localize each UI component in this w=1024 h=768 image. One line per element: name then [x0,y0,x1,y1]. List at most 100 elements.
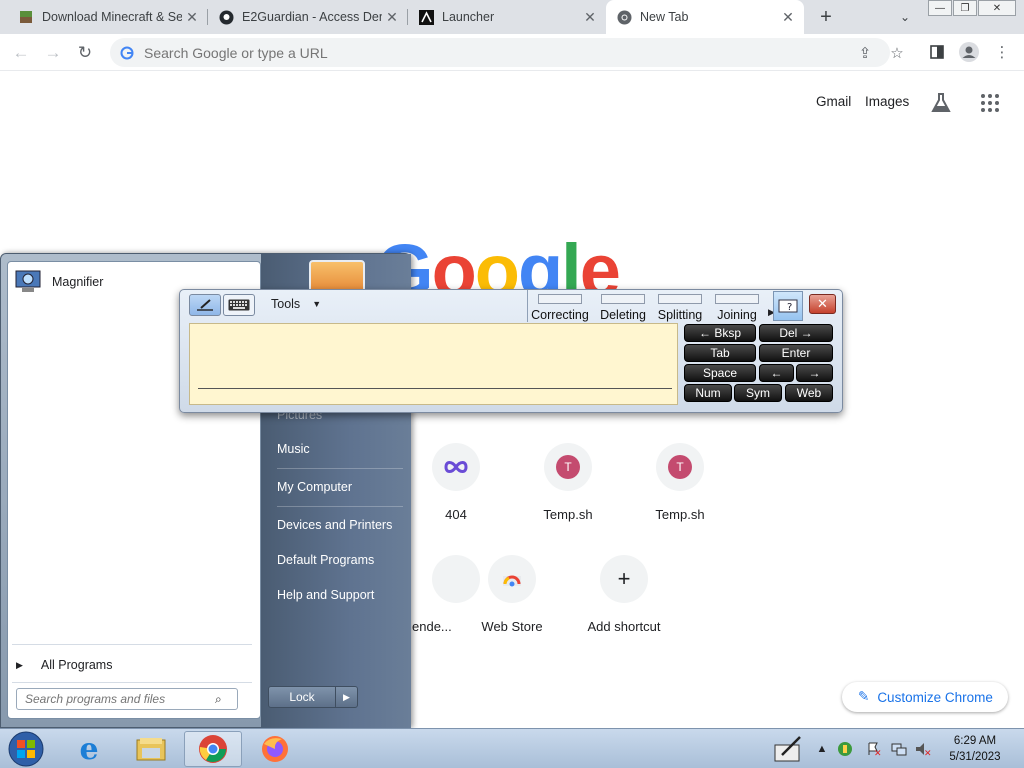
tablet-input-panel: Tools ▼ Correcting Deleting Splitting Jo… [179,289,843,413]
search-icon[interactable]: ⌕ [215,692,222,707]
side-panel-icon[interactable] [927,42,947,62]
back-button[interactable]: ← [8,40,34,66]
new-tab-button[interactable]: + [812,5,840,29]
tools-menu[interactable]: Tools ▼ [271,297,321,311]
taskbar-firefox[interactable] [246,731,304,767]
shortcut-tile[interactable]: 404 [400,443,512,522]
keyboard-icon[interactable] [223,294,255,316]
close-icon[interactable]: ✕ [382,7,402,27]
joining-button[interactable]: Joining [708,291,766,322]
taskbar-clock[interactable]: 6:29 AM 5/31/2023 [940,733,1010,765]
key-right-arrow[interactable]: → [796,364,833,382]
tab-title: E2Guardian - Access Den [242,10,382,24]
start-search-box[interactable]: ⌕ [16,688,238,710]
gmail-link[interactable]: Gmail [816,94,851,109]
key-tab[interactable]: Tab [684,344,756,362]
tab-title: Download Minecraft & Se [42,10,182,24]
github-icon [218,9,234,25]
help-icon[interactable]: ? [773,291,803,321]
images-link[interactable]: Images [865,94,909,109]
tablet-input-tray-icon[interactable] [772,733,804,765]
start-item-devices-printers[interactable]: Devices and Printers [277,518,392,532]
key-num[interactable]: Num [684,384,732,402]
tab-search-icon[interactable]: ⌄ [895,7,915,27]
volume-muted-icon[interactable]: ✕ [915,741,931,757]
start-item-music[interactable]: Music [277,442,310,456]
divider [12,682,252,683]
writing-pad[interactable] [189,323,678,405]
svg-text:?: ? [787,302,792,313]
apps-grid-icon[interactable] [980,93,1000,113]
browser-toolbar: ← → ↻ ⇪ ☆ ⋮ [0,34,1024,71]
taskbar-explorer[interactable] [122,731,180,767]
correcting-label: Correcting [531,308,589,322]
key-space[interactable]: Space [684,364,756,382]
tab-launcher[interactable]: Launcher ✕ [408,0,606,34]
key-enter[interactable]: Enter [759,344,833,362]
start-item-help-support[interactable]: Help and Support [277,588,374,602]
key-delete[interactable]: Del → [759,324,833,342]
key-backspace[interactable]: ← Bksp [684,324,756,342]
arrow-right-icon[interactable]: ▶ [335,687,357,707]
bookmark-star-icon[interactable]: ☆ [889,45,905,62]
menu-kebab-icon[interactable]: ⋮ [992,42,1012,62]
shortcut-tile[interactable]: T Temp.sh [624,443,736,522]
splitting-button[interactable]: Splitting [651,291,709,322]
minimize-button[interactable]: — [928,0,952,16]
magnifier-icon [14,267,42,298]
taskbar-chrome[interactable] [184,731,242,767]
close-icon[interactable]: ✕ [580,7,600,27]
lock-label: Lock [289,690,315,704]
chrome-icon [199,735,227,763]
share-icon[interactable]: ⇪ [857,45,873,62]
divider [277,468,403,469]
shortcut-tile[interactable]: T Temp.sh [512,443,624,522]
show-hidden-icons-icon[interactable]: ▲ [814,741,830,757]
add-shortcut-tile[interactable]: + Add shortcut [568,555,680,634]
chrome-icon [616,9,632,25]
deleting-label: Deleting [600,308,646,322]
tab-minecraft[interactable]: Download Minecraft & Se ✕ [8,0,208,34]
correcting-icon [538,294,582,304]
minecraft-icon [18,9,34,25]
firefox-icon [262,736,288,762]
action-center-icon[interactable]: ✕ [866,741,882,757]
profile-avatar-icon[interactable] [959,42,979,62]
restore-button[interactable]: ❐ [953,0,977,16]
tab-new-tab[interactable]: New Tab ✕ [606,0,804,34]
taskbar-internet-explorer[interactable]: e [60,731,118,767]
customize-label: Customize Chrome [877,689,993,705]
shortcut-tile[interactable]: Web Store [456,555,568,634]
close-icon[interactable]: ✕ [778,7,798,27]
key-sym[interactable]: Sym [734,384,782,402]
shortcut-label: Temp.sh [543,507,593,522]
key-web[interactable]: Web [785,384,833,402]
close-icon[interactable]: ✕ [182,7,202,27]
key-left-arrow[interactable]: ← [759,364,794,382]
shortcut-label: Web Store [481,619,543,634]
splitting-icon [658,294,702,304]
reload-button[interactable]: ↻ [72,40,98,66]
handwriting-pad-icon[interactable] [189,294,221,316]
network-icon[interactable] [891,741,907,757]
all-programs-button[interactable]: ▶ All Programs [16,658,112,672]
tip-close-button[interactable]: ✕ [809,294,836,314]
customize-chrome-button[interactable]: ✎ Customize Chrome [842,682,1008,712]
shortcut-label: 404 [445,507,467,522]
deleting-button[interactable]: Deleting [594,291,652,322]
start-orb-button[interactable] [6,730,46,768]
forward-button[interactable]: → [40,40,66,66]
omnibox-input[interactable] [144,44,744,61]
security-shield-icon[interactable] [837,741,853,757]
arrow-right-icon: ▶ [16,659,23,670]
correcting-button[interactable]: Correcting [531,291,589,322]
lock-button[interactable]: Lock ▶ [268,686,358,708]
start-search-input[interactable] [25,692,215,706]
labs-flask-icon[interactable] [930,92,952,114]
start-item-my-computer[interactable]: My Computer [277,480,352,494]
start-item-default-programs[interactable]: Default Programs [277,553,374,567]
window-close-button[interactable]: ✕ [978,0,1016,16]
tab-e2guardian[interactable]: E2Guardian - Access Den ✕ [208,0,408,34]
omnibox[interactable]: ⇪ ☆ [110,38,904,67]
pencil-icon: ✎ [858,689,870,704]
